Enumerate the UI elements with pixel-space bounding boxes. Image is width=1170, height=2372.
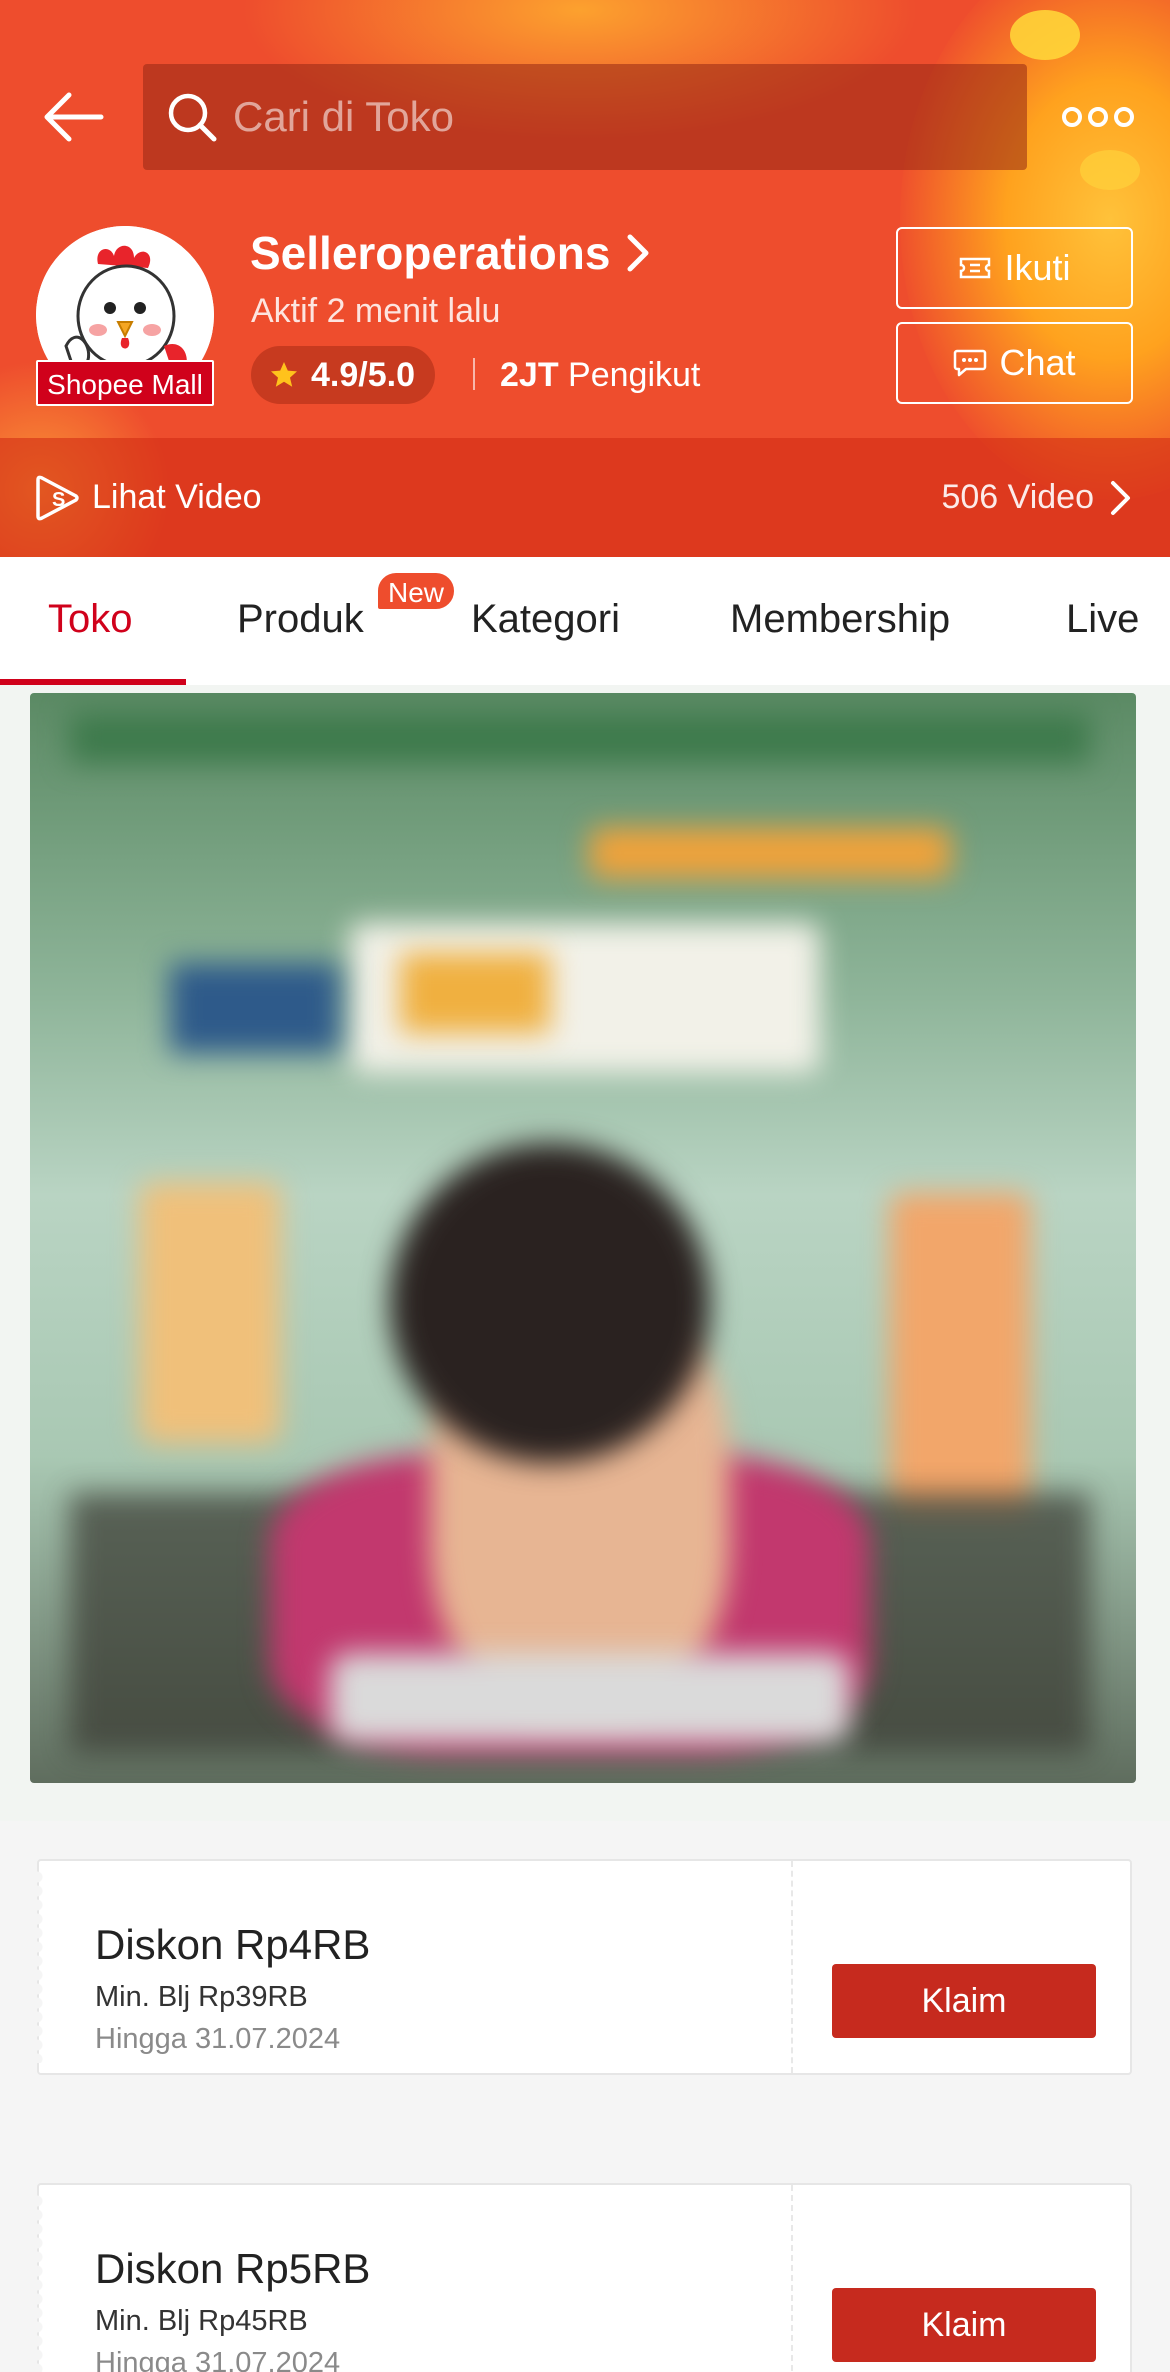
back-button[interactable] [38,82,108,152]
followers-number: 2JT [500,356,559,394]
claim-button[interactable]: Klaim [832,1964,1096,2038]
shop-rating: 4.9/5.0 [251,346,435,404]
video-bar[interactable]: S Lihat Video 506 Video [0,438,1170,557]
tab-kategori[interactable]: Kategori [471,597,620,642]
shop-name-link[interactable]: Selleroperations [250,226,658,280]
watch-video-link[interactable]: S Lihat Video [34,474,262,522]
tab-live[interactable]: Live [1066,597,1139,642]
video-count-link[interactable]: 506 Video [941,478,1134,518]
chevron-right-icon [1111,480,1130,515]
voucher-expiry: Hingga 31.07.2024 [95,2023,341,2055]
tab-toko[interactable]: Toko [48,597,133,642]
banner-section [0,685,1170,1821]
tab-produk[interactable]: Produk [237,597,364,642]
follow-button[interactable]: Ikuti [896,227,1133,309]
voucher-edge [37,2195,49,2372]
new-badge: New [376,571,457,611]
followers-label: Pengikut [568,356,701,394]
video-count: 506 Video [941,478,1094,516]
header-decoration [1010,10,1080,60]
voucher-expiry: Hingga 31.07.2024 [95,2347,341,2372]
arrow-left-icon [44,92,104,142]
chevron-right-icon [624,230,658,276]
divider [473,358,475,390]
rating-value: 4.9/5.0 [311,355,415,394]
shop-header: $ Shopee Mall Selleroperations Aktif 2 m… [0,0,1170,557]
dot-icon [1114,107,1134,127]
ticket-icon [958,254,992,282]
shopee-video-icon: S [36,475,79,520]
voucher-card: Diskon Rp4RB Min. Blj Rp39RB Hingga 31.0… [37,1859,1132,2075]
shopee-mall-badge: Shopee Mall [36,360,214,406]
svg-text:S: S [52,489,65,511]
more-options-button[interactable] [1062,100,1134,134]
search-input[interactable] [233,93,993,141]
voucher-edge [37,1871,49,2063]
chat-bubble-icon [953,349,987,377]
voucher-min-spend: Min. Blj Rp39RB [95,1981,308,2013]
dot-icon [1062,107,1082,127]
tab-membership[interactable]: Membership [730,597,950,642]
shop-name: Selleroperations [250,227,611,279]
search-icon [165,90,219,144]
promo-banner-image[interactable] [30,693,1136,1783]
claim-button[interactable]: Klaim [832,2288,1096,2362]
voucher-divider [791,2185,793,2372]
watch-video-label: Lihat Video [92,478,262,516]
active-status: Aktif 2 menit lalu [251,292,501,330]
dot-icon [1088,107,1108,127]
header-decoration [1080,150,1140,190]
followers-count: 2JT Pengikut [500,356,700,395]
voucher-title: Diskon Rp5RB [95,2245,371,2292]
search-bar[interactable] [143,64,1027,170]
voucher-card: Diskon Rp5RB Min. Blj Rp45RB Hingga 31.0… [37,2183,1132,2372]
follow-label: Ikuti [1004,247,1071,288]
voucher-min-spend: Min. Blj Rp45RB [95,2305,308,2337]
voucher-title: Diskon Rp4RB [95,1921,371,1968]
chat-button[interactable]: Chat [896,322,1133,404]
voucher-divider [791,1861,793,2073]
shop-tabs: Toko Produk New Kategori Membership Live [0,557,1170,685]
chat-label: Chat [999,342,1076,383]
star-icon [271,362,297,387]
